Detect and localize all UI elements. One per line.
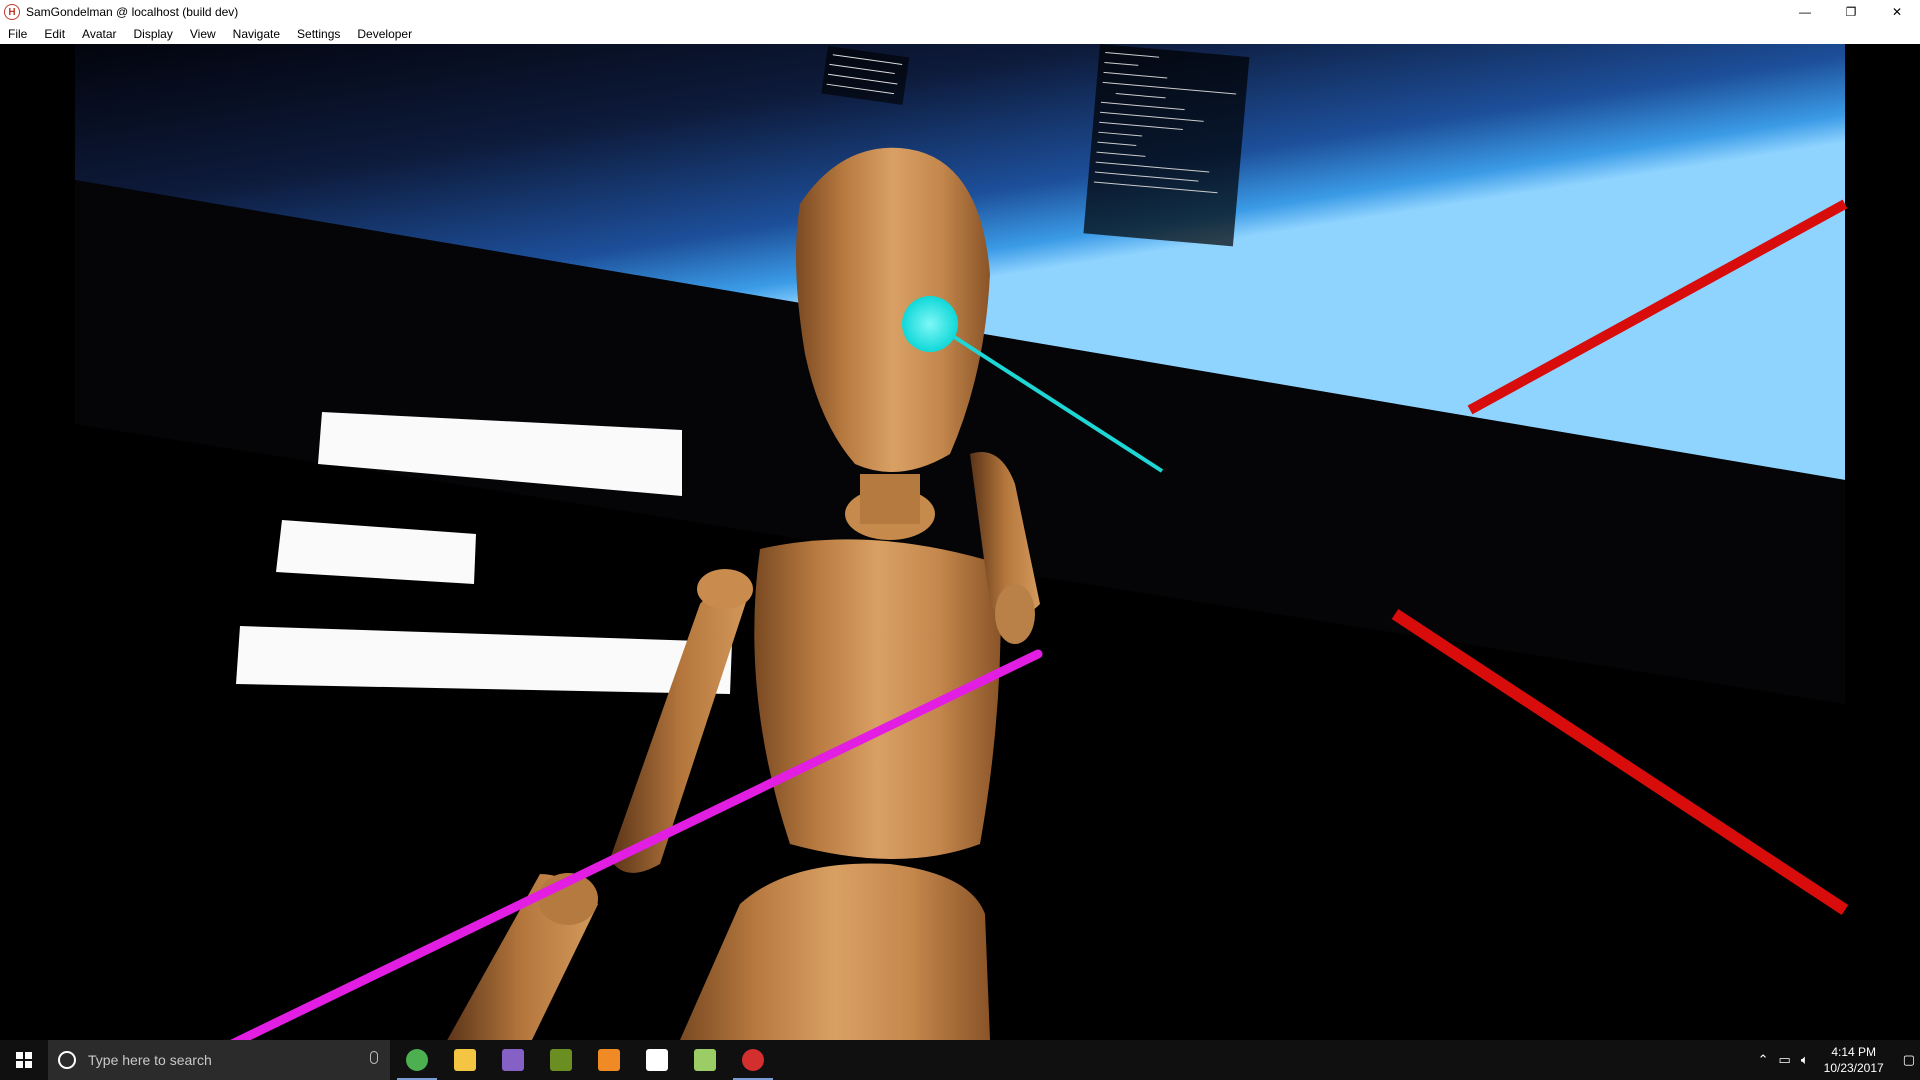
taskbar-app-2[interactable] [489, 1040, 537, 1080]
taskbar-app-0[interactable] [393, 1040, 441, 1080]
taskbar-app-1[interactable] [441, 1040, 489, 1080]
windows-taskbar: Type here to search ⌃ ▭ 🔈︎ 4:14 PM 10/23… [0, 1040, 1920, 1080]
microphone-icon[interactable] [370, 1051, 378, 1064]
close-button[interactable]: ✕ [1874, 0, 1920, 24]
git-icon [550, 1049, 572, 1071]
chrome-icon [406, 1049, 428, 1071]
high-fidelity-app-icon: H [4, 4, 20, 20]
taskbar-app-3[interactable] [537, 1040, 585, 1080]
menu-settings[interactable]: Settings [289, 27, 349, 41]
show-hidden-icons-icon[interactable]: ⌃ [1758, 1052, 1769, 1068]
taskbar-app-4[interactable] [585, 1040, 633, 1080]
taskbar-app-6[interactable] [681, 1040, 729, 1080]
action-center-icon[interactable]: ▢ [1903, 1052, 1915, 1068]
system-tray: ⌃ ▭ 🔈︎ 4:14 PM 10/23/2017 ▢ [1753, 1040, 1920, 1080]
paint-icon [694, 1049, 716, 1071]
cyan-pointer-reticle [902, 296, 958, 352]
overlay-panel-2[interactable] [276, 520, 476, 584]
network-icon[interactable]: ▭ [1779, 1052, 1791, 1068]
menu-navigate[interactable]: Navigate [225, 27, 289, 41]
menu-developer[interactable]: Developer [349, 27, 421, 41]
taskbar-search-box[interactable]: Type here to search [48, 1040, 390, 1080]
menu-bar: File Edit Avatar Display View Navigate S… [0, 24, 1920, 44]
menu-file[interactable]: File [0, 27, 36, 41]
sublime-text-icon [598, 1049, 620, 1071]
menu-avatar[interactable]: Avatar [74, 27, 125, 41]
search-placeholder: Type here to search [88, 1052, 212, 1068]
taskbar-clock[interactable]: 4:14 PM 10/23/2017 [1824, 1044, 1884, 1076]
minimize-button[interactable]: — [1782, 0, 1828, 24]
file-explorer-icon [454, 1049, 476, 1071]
cortana-icon [58, 1051, 76, 1069]
taskbar-app-7[interactable] [729, 1040, 777, 1080]
window-title: SamGondelman @ localhost (build dev) [26, 5, 239, 19]
taskbar-app-5[interactable] [633, 1040, 681, 1080]
title-bar: H SamGondelman @ localhost (build dev) —… [0, 0, 1920, 24]
overlay-panel-3[interactable] [236, 626, 732, 694]
visual-studio-icon [502, 1049, 524, 1071]
3d-viewport[interactable] [0, 44, 1920, 1040]
menu-display[interactable]: Display [126, 27, 182, 41]
menu-edit[interactable]: Edit [36, 27, 74, 41]
high-fidelity-icon [742, 1049, 764, 1071]
stats-overlay-right [1083, 44, 1250, 247]
oculus-icon [646, 1049, 668, 1071]
volume-icon[interactable]: 🔈︎ [1801, 1052, 1809, 1068]
clock-date: 10/23/2017 [1823, 1061, 1884, 1075]
scene-render [75, 44, 1849, 1040]
pinned-apps [393, 1040, 777, 1080]
clock-time: 4:14 PM [1831, 1045, 1877, 1059]
windows-logo-icon [16, 1052, 32, 1068]
maximize-button[interactable]: ❐ [1828, 0, 1874, 24]
menu-view[interactable]: View [182, 27, 225, 41]
start-button[interactable] [0, 1040, 48, 1080]
